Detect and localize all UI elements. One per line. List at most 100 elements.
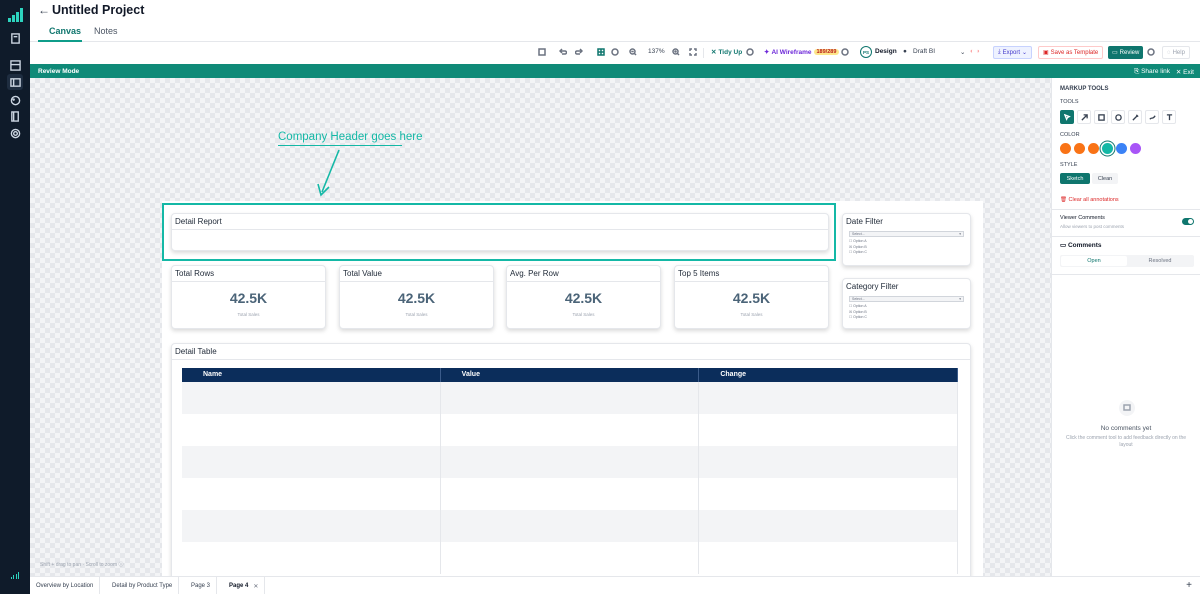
date-filter-card[interactable]: Date Filter Select... ▾ ☐ Option A ☒ Opti… bbox=[842, 213, 971, 266]
date-filter-select[interactable]: Select... ▾ bbox=[849, 231, 964, 237]
highlighter-tool-icon[interactable] bbox=[1145, 110, 1159, 124]
design-label[interactable]: Design bbox=[875, 48, 897, 55]
color-swatch-orange[interactable] bbox=[1074, 143, 1085, 154]
rectangle-tool-icon[interactable] bbox=[1094, 110, 1108, 124]
ai-wireframe-button[interactable]: ✦ AI Wireframe 189/289 bbox=[764, 48, 840, 56]
back-arrow-icon[interactable]: ← bbox=[38, 3, 50, 17]
column-header-value[interactable]: Value bbox=[441, 368, 700, 382]
tab-canvas[interactable]: Canvas bbox=[49, 26, 81, 36]
project-title[interactable]: Untitled Project bbox=[52, 3, 144, 17]
kpi-card[interactable]: Total Rows 42.5K Total Sales bbox=[171, 265, 326, 329]
layout-icon[interactable] bbox=[9, 59, 21, 71]
column-header-change[interactable]: Change bbox=[699, 368, 959, 382]
column-header-name[interactable]: Name bbox=[182, 368, 441, 382]
comments-resolved-tab[interactable]: Resolved bbox=[1127, 256, 1193, 266]
review-help-icon[interactable] bbox=[1147, 48, 1155, 56]
arrow-tool-icon[interactable] bbox=[1077, 110, 1091, 124]
annotation-text[interactable]: Company Header goes here bbox=[278, 131, 422, 143]
color-swatch-orange[interactable] bbox=[1060, 143, 1071, 154]
color-swatch-blue[interactable] bbox=[1116, 143, 1127, 154]
chevron-down-icon[interactable]: ⌄ bbox=[960, 48, 965, 56]
detail-table[interactable]: Name Value Change bbox=[182, 368, 959, 574]
category-filter-select[interactable]: Select... ▾ bbox=[849, 296, 964, 302]
filter-option[interactable]: ☐ Option C bbox=[849, 315, 867, 321]
review-icon: ▭ bbox=[1112, 50, 1118, 56]
tidy-up-help-icon[interactable] bbox=[746, 48, 754, 56]
filter-option[interactable]: ☐ Option C bbox=[849, 250, 867, 256]
page-tab[interactable]: Page 3 bbox=[185, 577, 218, 594]
kpi-card[interactable]: Total Value 42.5K Total Sales bbox=[339, 265, 494, 329]
close-tab-icon[interactable]: ✕ bbox=[253, 583, 258, 590]
table-row[interactable] bbox=[182, 542, 959, 574]
table-row[interactable] bbox=[182, 510, 959, 542]
grid-help-icon[interactable] bbox=[611, 48, 619, 56]
annotation-rectangle[interactable] bbox=[162, 203, 836, 261]
save-template-label: Save as Template bbox=[1050, 49, 1099, 56]
save-icon[interactable] bbox=[538, 48, 546, 56]
table-row[interactable] bbox=[182, 446, 959, 478]
color-label: COLOR bbox=[1060, 132, 1080, 138]
share-link-button[interactable]: ⎘ Share link bbox=[1134, 68, 1170, 76]
tidy-up-button[interactable]: ✕ Tidy Up bbox=[711, 48, 743, 57]
color-swatch-orange[interactable] bbox=[1088, 143, 1099, 154]
style-sketch-button[interactable]: Sketch bbox=[1060, 173, 1090, 184]
settings-icon[interactable] bbox=[9, 127, 21, 139]
zoom-in-icon[interactable] bbox=[672, 48, 680, 56]
save-as-template-button[interactable]: ▣ Save as Template bbox=[1038, 46, 1104, 59]
kpi-title: Total Value bbox=[343, 269, 382, 278]
ai-help-icon[interactable] bbox=[841, 48, 849, 56]
tidy-up-label: Tidy Up bbox=[718, 48, 743, 56]
select-tool-icon[interactable] bbox=[1060, 110, 1074, 124]
circle-tool-icon[interactable] bbox=[1111, 110, 1125, 124]
grid-icon[interactable] bbox=[597, 48, 605, 56]
app-logo[interactable] bbox=[8, 8, 23, 22]
annotation-arrow[interactable] bbox=[314, 148, 344, 198]
category-filter-card[interactable]: Category Filter Select... ▾ ☐ Option A ☒ … bbox=[842, 278, 971, 329]
pen-tool-icon[interactable] bbox=[1128, 110, 1142, 124]
table-row[interactable] bbox=[182, 478, 959, 510]
page-tab-label: Page 4 bbox=[229, 583, 249, 589]
book-icon[interactable] bbox=[9, 110, 21, 122]
help-button[interactable]: ◌ Help bbox=[1162, 46, 1190, 59]
annotation-underline bbox=[278, 145, 402, 146]
style-label: STYLE bbox=[1060, 162, 1078, 168]
page-tab-active[interactable]: Page 4 ✕ bbox=[223, 577, 266, 594]
palette-icon[interactable] bbox=[9, 94, 21, 106]
export-icon: ⤓ bbox=[998, 49, 1001, 55]
viewer-comments-toggle[interactable] bbox=[1182, 218, 1194, 225]
zoom-level[interactable]: 137% bbox=[648, 48, 665, 55]
fit-screen-icon[interactable] bbox=[689, 48, 697, 56]
style-clean-button[interactable]: Clean bbox=[1092, 173, 1118, 184]
pages-icon[interactable] bbox=[9, 32, 21, 44]
redo-icon[interactable] bbox=[575, 48, 583, 56]
text-tool-icon[interactable] bbox=[1162, 110, 1176, 124]
select-placeholder: Select... bbox=[852, 297, 865, 301]
collaborators-icon[interactable]: ◐ ◑ bbox=[970, 48, 980, 55]
review-mode-label: Review Mode bbox=[38, 68, 80, 75]
hint-info-icon[interactable]: ⓘ bbox=[119, 562, 124, 568]
undo-icon[interactable] bbox=[559, 48, 567, 56]
kpi-title: Avg. Per Row bbox=[510, 269, 559, 278]
kpi-card[interactable]: Avg. Per Row 42.5K Total Sales bbox=[506, 265, 661, 329]
design-avatar[interactable]: PS bbox=[860, 46, 872, 58]
page-tab[interactable]: Detail by Product Type bbox=[106, 577, 180, 594]
table-row[interactable] bbox=[182, 382, 959, 414]
color-swatch-purple[interactable] bbox=[1130, 143, 1141, 154]
kpi-card[interactable]: Top 5 Items 42.5K Total Sales bbox=[674, 265, 829, 329]
review-button[interactable]: ▭ Review bbox=[1108, 46, 1144, 59]
tab-notes[interactable]: Notes bbox=[94, 26, 118, 36]
draft-name[interactable]: Draft BI bbox=[913, 48, 935, 55]
zoom-out-icon[interactable] bbox=[629, 48, 637, 56]
clear-annotations-button[interactable]: 🗑 Clear all annotations bbox=[1060, 197, 1119, 203]
add-page-icon[interactable]: + bbox=[1186, 580, 1192, 591]
app-header: ← Untitled Project bbox=[30, 0, 1200, 20]
table-row[interactable] bbox=[182, 414, 959, 446]
page-tab[interactable]: Overview by Location bbox=[30, 577, 101, 594]
exit-review-button[interactable]: ✕ Exit bbox=[1176, 68, 1194, 76]
color-swatch-teal[interactable] bbox=[1102, 143, 1113, 154]
comments-open-tab[interactable]: Open bbox=[1061, 256, 1127, 266]
design-canvas[interactable]: Company Header goes here Detail Report T… bbox=[30, 78, 1051, 576]
kpi-subtitle: Total Sales bbox=[237, 312, 260, 317]
canvas-icon[interactable] bbox=[7, 74, 23, 90]
export-button[interactable]: ⤓ Export ⌄ bbox=[993, 46, 1033, 59]
